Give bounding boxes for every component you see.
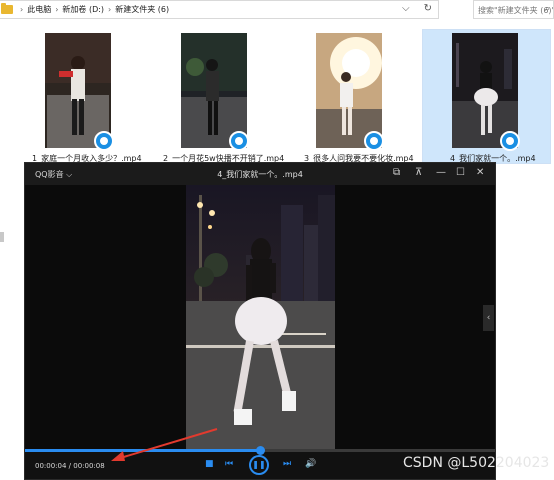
breadcrumb-separator: › [108, 5, 112, 14]
qq-player-badge-icon [229, 131, 249, 151]
previous-button[interactable]: ⏮ [225, 459, 233, 469]
qq-player-window[interactable]: QQ影音 ⌵ 4_我们家就一个。.mp4 ⧉ ⊼ — ☐ ✕ ‹ 00:00:0… [24, 162, 496, 480]
time-display: 00:00:04 / 00:00:08 [35, 462, 105, 470]
maximize-button[interactable]: ☐ [456, 167, 465, 178]
player-video-title: 4_我们家就一个。.mp4 [217, 170, 303, 179]
breadcrumb-folder[interactable]: 新建文件夹 (6) [115, 4, 169, 15]
qq-player-badge-icon [364, 131, 384, 151]
explorer-address-row: › 此电脑 › 新加卷 (D:) › 新建文件夹 (6) ⌵ ↻ 搜索"新建文件… [0, 0, 554, 20]
progress-knob[interactable] [256, 446, 265, 455]
screen: › 此电脑 › 新加卷 (D:) › 新建文件夹 (6) ⌵ ↻ 搜索"新建文件… [0, 0, 554, 480]
search-input[interactable]: 搜索"新建文件夹 (6)" ⌕ [473, 0, 554, 19]
next-button[interactable]: ⏭ [283, 459, 291, 469]
address-actions: ⌵ ↻ [402, 3, 432, 14]
minimize-button[interactable]: — [436, 167, 446, 178]
address-dropdown-icon[interactable]: ⌵ [402, 3, 410, 14]
qq-player-badge-icon [94, 131, 114, 151]
player-titlebar[interactable]: QQ影音 ⌵ 4_我们家就一个。.mp4 ⧉ ⊼ — ☐ ✕ [25, 163, 495, 185]
breadcrumb-separator: › [20, 5, 24, 14]
refresh-icon[interactable]: ↻ [424, 3, 432, 14]
breadcrumb-separator: › [55, 5, 59, 14]
progress-track[interactable] [25, 446, 495, 455]
pin-icon[interactable]: ⊼ [415, 167, 422, 178]
screenshot-icon[interactable]: ⧉ [393, 167, 400, 178]
breadcrumb-this-pc[interactable]: 此电脑 [27, 4, 51, 15]
side-panel-toggle[interactable]: ‹ [483, 305, 494, 331]
folder-icon [1, 3, 13, 14]
volume-button[interactable]: 🔊 [305, 459, 316, 469]
qq-player-badge-icon [500, 131, 520, 151]
pause-button[interactable]: ❚❚ [249, 455, 269, 475]
video-frame[interactable] [186, 185, 335, 453]
search-icon: ⌕ [544, 4, 550, 14]
annotation-arrow [111, 428, 218, 461]
search-placeholder: 搜索"新建文件夹 (6)" [478, 6, 554, 15]
explorer-scroll-marker [0, 232, 4, 242]
breadcrumb-drive[interactable]: 新加卷 (D:) [62, 4, 104, 15]
address-bar[interactable]: › 此电脑 › 新加卷 (D:) › 新建文件夹 (6) ⌵ ↻ [0, 0, 439, 19]
close-button[interactable]: ✕ [476, 167, 484, 178]
watermark-text: CSDN @L502204023 [403, 455, 550, 471]
